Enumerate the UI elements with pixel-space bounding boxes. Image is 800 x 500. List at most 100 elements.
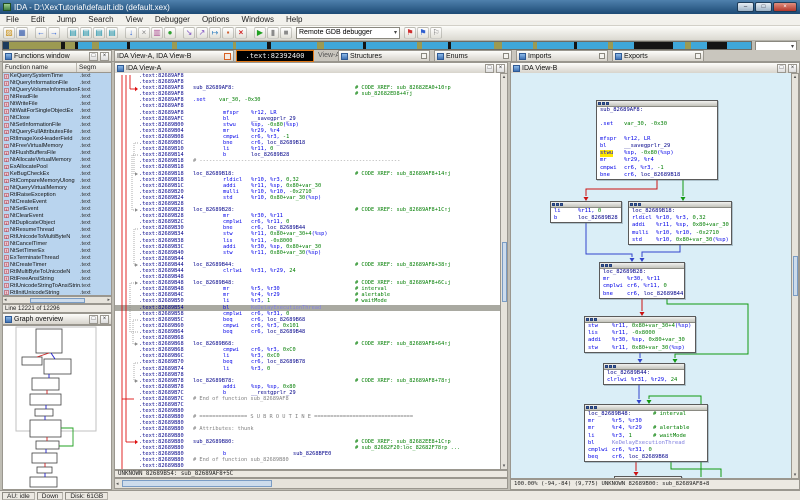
graph-overview-minimap[interactable] — [2, 325, 112, 490]
function-row[interactable]: f RtlUnicodeStringToAnsiString .text — [3, 282, 111, 290]
watch-flag-icon[interactable]: ⚐ — [430, 27, 442, 39]
define-array-icon[interactable]: ▤ — [106, 27, 118, 39]
scroll-thumb[interactable] — [792, 256, 798, 296]
float-window-icon[interactable]: □ — [89, 51, 98, 61]
tab-exports[interactable]: Exports — [612, 50, 704, 62]
minimize-button[interactable]: – — [737, 2, 754, 12]
function-row[interactable]: f NtAllocateVirtualMemory .text — [3, 156, 111, 164]
node-button-icon[interactable] — [590, 406, 593, 409]
close-icon[interactable]: × — [496, 63, 505, 73]
scroll-up-icon[interactable]: ▴ — [794, 74, 797, 80]
float-window-icon[interactable]: □ — [89, 314, 98, 324]
function-row[interactable]: f NtQueryFullAttributesFile .text — [3, 128, 111, 136]
scroll-down-icon[interactable]: ▾ — [794, 472, 797, 478]
function-row[interactable]: f NtCreateEvent .text — [3, 198, 111, 206]
node-button-icon[interactable] — [630, 203, 633, 206]
graph-node[interactable]: loc_82689B28: mr %r30, %r11 cmplwi cr6, … — [599, 262, 685, 299]
separator[interactable] — [248, 27, 253, 39]
float-window-icon[interactable]: □ — [485, 63, 494, 73]
function-row[interactable]: f NtDuplicateObject .text — [3, 219, 111, 227]
node-button-icon[interactable] — [601, 264, 604, 267]
function-row[interactable]: f ExAllocatePool .text — [3, 163, 111, 171]
tab-ida-view-group[interactable]: IDA View-A, IDA View-B — [114, 50, 234, 62]
node-button-icon[interactable] — [586, 318, 589, 321]
listing-line[interactable]: .text:82689B80 — [115, 463, 507, 469]
navigation-band[interactable] — [2, 41, 752, 50]
function-row[interactable]: f RtlInitUnicodeString .text — [3, 289, 111, 295]
function-row[interactable]: f NtClose .text — [3, 114, 111, 122]
define-struct-icon[interactable]: ▤ — [80, 27, 92, 39]
node-button-icon[interactable] — [560, 203, 563, 206]
function-row[interactable]: f NtResumeThread .text — [3, 226, 111, 234]
function-row[interactable]: f NtSetInformationFile .text — [3, 121, 111, 129]
menu-item[interactable]: Options — [196, 14, 236, 26]
menu-item[interactable]: Jump — [51, 14, 83, 26]
tab-close-icon[interactable] — [224, 52, 231, 60]
float-window-icon[interactable]: □ — [777, 63, 786, 73]
node-button-icon[interactable] — [638, 203, 641, 206]
start-process-icon[interactable]: ▶ — [254, 27, 266, 39]
view-a-hscrollbar[interactable]: ◂ — [114, 478, 508, 489]
stop-process-icon[interactable]: ■ — [280, 27, 292, 39]
scroll-right-icon[interactable]: ▸ — [107, 297, 110, 303]
window-tab-close-box[interactable] — [599, 53, 605, 59]
column-function-name[interactable]: Function name — [3, 63, 77, 72]
attach-icon[interactable]: ▪ — [222, 27, 234, 39]
menu-item[interactable]: File — [0, 14, 25, 26]
function-row[interactable]: f KeQuerySystemTime .text — [3, 73, 111, 80]
tab-structures[interactable]: Structures — [338, 50, 430, 62]
view-b-vscrollbar[interactable]: ▴ ▾ — [791, 73, 799, 479]
functions-hscrollbar[interactable]: ◂ ▸ — [2, 296, 112, 304]
function-row[interactable]: f RtlUnicodeToMultiByteN .text — [3, 233, 111, 241]
function-row[interactable]: f NtWaitForSingleObjectEx .text — [3, 107, 111, 115]
function-row[interactable]: f NtQueryVirtualMemory .text — [3, 184, 111, 192]
window-tab-close-box[interactable] — [695, 53, 701, 59]
function-row[interactable]: f NtQueryVolumeInformationFile .text — [3, 86, 111, 94]
save-icon[interactable]: ▦ — [16, 27, 28, 39]
function-row[interactable]: f NtFreeVirtualMemory .text — [3, 142, 111, 150]
node-button-icon[interactable] — [594, 406, 597, 409]
close-icon[interactable]: × — [788, 63, 797, 73]
separator[interactable] — [61, 27, 66, 39]
separator[interactable] — [119, 27, 124, 39]
graph-overview-caption[interactable]: Graph overview □ × — [2, 313, 112, 325]
step-over-icon[interactable]: ↗ — [196, 27, 208, 39]
window-tab-close-box[interactable] — [421, 53, 427, 59]
maximize-button[interactable]: □ — [755, 2, 772, 12]
graph-view[interactable]: sub_82689AF8: .set var_30, -0x30 mfspr %… — [510, 73, 800, 479]
graph-node[interactable]: loc_82689B44: clrlwi %r31, %r29, 24 — [603, 363, 685, 386]
menu-item[interactable]: Debugger — [149, 14, 196, 26]
node-button-icon[interactable] — [634, 203, 637, 206]
function-row[interactable]: f RtlMultiByteToUnicodeN .text — [3, 268, 111, 276]
forward-icon[interactable]: → — [48, 27, 60, 39]
node-button-icon[interactable] — [586, 406, 589, 409]
function-row[interactable]: f NtCancelTimer .text — [3, 240, 111, 248]
pause-process-icon[interactable]: ▮ — [267, 27, 279, 39]
graph-node[interactable]: stw %r11, 0x80+var_30+4(%sp) lis %r11, -… — [584, 316, 696, 353]
back-icon[interactable]: ← — [35, 27, 47, 39]
define-data-icon[interactable]: ▤ — [67, 27, 79, 39]
functions-window-caption[interactable]: Functions window □ × — [2, 50, 112, 62]
ok-icon[interactable]: ● — [164, 27, 176, 39]
close-button[interactable]: × — [773, 2, 797, 12]
function-row[interactable]: f NtSetTimerEx .text — [3, 247, 111, 255]
function-row[interactable]: f NtClearEvent .text — [3, 212, 111, 220]
tab-enums[interactable]: Enums — [434, 50, 512, 62]
menu-item[interactable]: View — [120, 14, 149, 26]
function-row[interactable]: f NtReadFile .text — [3, 93, 111, 101]
function-row[interactable]: f NtQueryInformationFile .text — [3, 79, 111, 87]
debugger-select[interactable]: Remote GDB debugger ▾ — [296, 27, 400, 39]
node-button-icon[interactable] — [552, 203, 555, 206]
function-row[interactable]: f KeBugCheckEx .text — [3, 170, 111, 178]
xrefs-icon[interactable]: × — [138, 27, 150, 39]
functions-list-header[interactable]: Function name Segm — [2, 62, 112, 73]
menu-item[interactable]: Search — [82, 14, 119, 26]
menu-item[interactable]: Help — [280, 14, 308, 26]
scroll-thumb[interactable] — [501, 241, 507, 302]
function-row[interactable]: f NtFlushBuffersFile .text — [3, 149, 111, 157]
menu-item[interactable]: Windows — [236, 14, 280, 26]
function-row[interactable]: f ExTerminateThread .text — [3, 254, 111, 262]
scroll-left-icon[interactable]: ◂ — [4, 297, 7, 303]
run-until-return-icon[interactable]: ↦ — [209, 27, 221, 39]
function-row[interactable]: f NtCreateTimer .text — [3, 261, 111, 269]
